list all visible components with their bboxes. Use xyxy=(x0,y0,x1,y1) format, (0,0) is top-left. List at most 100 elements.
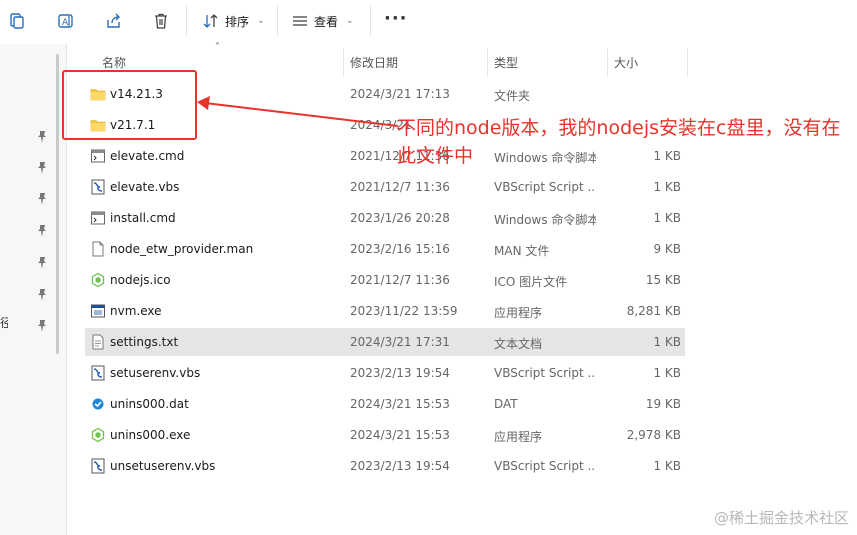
column-name[interactable]: 名称 xyxy=(102,54,126,71)
column-divider[interactable] xyxy=(343,48,344,76)
file-size: 19 KB xyxy=(645,397,681,411)
sort-button[interactable]: 排序 ⌄ xyxy=(203,8,265,34)
toolbar-divider xyxy=(370,6,371,36)
view-button[interactable]: 查看 ⌄ xyxy=(292,8,354,34)
file-row[interactable]: unins000.dat 2024/3/21 15:53 DAT 19 KB xyxy=(85,390,685,418)
file-size: 8,281 KB xyxy=(626,304,681,318)
file-row[interactable]: install.cmd 2023/1/26 20:28 Windows 命令脚本 1 … xyxy=(85,204,685,232)
file-row[interactable]: settings.txt 2024/3/21 17:31 文本文档 1 KB xyxy=(85,328,685,356)
file-type: VBScript Script ... xyxy=(494,459,596,473)
file-size: 1 KB xyxy=(653,211,681,225)
command-bar: A 排序 ⌄ 查看 ⌄ ··· xyxy=(0,0,857,44)
file-date: 2023/2/16 15:16 xyxy=(350,242,450,256)
column-divider[interactable] xyxy=(487,48,488,76)
file-size: 1 KB xyxy=(653,335,681,349)
file-row[interactable]: node_etw_provider.man 2023/2/16 15:16 MAN … xyxy=(85,235,685,263)
toolbar-divider xyxy=(186,6,187,36)
pin-icon[interactable] xyxy=(36,255,48,269)
file-row[interactable]: elevate.vbs 2021/12/7 11:36 VBScript Scrip… xyxy=(85,173,685,201)
pin-icon[interactable] xyxy=(36,129,48,143)
file-type: DAT xyxy=(494,397,518,411)
file-row[interactable]: nvm.exe 2023/11/22 13:59 应用程序 8,281 KB xyxy=(85,297,685,325)
more-options-button[interactable]: ··· xyxy=(384,8,408,29)
chevron-down-icon: ⌄ xyxy=(257,16,265,26)
view-label: 查看 xyxy=(314,14,339,29)
file-date: 2023/2/13 19:54 xyxy=(350,366,450,380)
pin-icon[interactable] xyxy=(36,287,48,301)
file-date: 2024/3/21 17:31 xyxy=(350,335,450,349)
file-date: 2024/3/21 15:53 xyxy=(350,397,450,411)
file-type: 文件夹 xyxy=(494,89,531,103)
file-size: 1 KB xyxy=(653,459,681,473)
file-row[interactable]: setuserenv.vbs 2023/2/13 19:54 VBScript Sc… xyxy=(85,359,685,387)
file-name: v21.7.1 xyxy=(110,118,156,132)
view-list-icon xyxy=(293,16,307,26)
file-date: 2023/11/22 13:59 xyxy=(350,304,458,318)
folder-icon xyxy=(90,86,106,102)
file-date: 2024/3/21 15:53 xyxy=(350,428,450,442)
file-name: unins000.exe xyxy=(110,428,191,442)
vbs-file-icon xyxy=(90,458,106,474)
share-icon[interactable] xyxy=(101,8,127,34)
pin-icon[interactable] xyxy=(36,318,48,332)
vbs-file-icon xyxy=(90,179,106,195)
file-name: elevate.vbs xyxy=(110,180,180,194)
svg-text:A: A xyxy=(62,18,69,28)
file-size: 1 KB xyxy=(653,366,681,380)
column-type[interactable]: 类型 xyxy=(494,54,518,71)
watermark: @稀土掘金技术社区 xyxy=(713,509,849,527)
pin-icon[interactable] xyxy=(36,160,48,174)
column-divider[interactable] xyxy=(687,48,688,76)
file-row[interactable]: unsetuserenv.vbs 2023/2/13 19:54 VBScript … xyxy=(85,452,685,480)
file-type: VBScript Script ... xyxy=(494,366,596,380)
file-row[interactable]: unins000.exe 2024/3/21 15:53 应用程序 2,978 KB xyxy=(85,421,685,449)
exe-icon xyxy=(90,303,106,319)
file-name: settings.txt xyxy=(110,335,179,349)
pin-icon[interactable] xyxy=(36,223,48,237)
folder-icon xyxy=(90,117,106,133)
file-type: 文本文档 xyxy=(494,337,543,351)
vbs-file-icon xyxy=(90,365,106,381)
file-size: 2,978 KB xyxy=(626,428,681,442)
file-name: node_etw_provider.man xyxy=(110,242,254,256)
dat-file-icon xyxy=(90,396,106,412)
sort-icon xyxy=(203,14,218,28)
file-row[interactable]: v14.21.3 2024/3/21 17:13 文件夹 xyxy=(85,80,685,108)
file-type: 应用程序 xyxy=(494,306,543,320)
toolbar-divider xyxy=(277,6,278,36)
file-date: 2021/12/7 11:36 xyxy=(350,273,450,287)
column-header: ˄ 名称 修改日期 类型 大小 xyxy=(67,42,857,78)
rename-icon[interactable]: A xyxy=(53,8,79,34)
copy-path-icon[interactable] xyxy=(4,8,30,34)
nav-item-label[interactable]: 径 xyxy=(0,314,8,331)
annotation-note: 不同的node版本，我的nodejs安装在c盘里，没有在此文件中 xyxy=(397,117,841,167)
cmd-file-icon xyxy=(90,210,106,226)
file-name: nvm.exe xyxy=(110,304,162,318)
chevron-down-icon: ⌄ xyxy=(346,16,354,26)
text-file-icon xyxy=(90,334,106,350)
delete-icon[interactable] xyxy=(148,8,174,34)
file-name: elevate.cmd xyxy=(110,149,185,163)
file-size: 9 KB xyxy=(653,242,681,256)
pin-icon[interactable] xyxy=(36,191,48,205)
nodejs-icon xyxy=(90,272,106,288)
file-name: nodejs.ico xyxy=(110,273,171,287)
column-divider[interactable] xyxy=(607,48,608,76)
file-type: ICO 图片文件 xyxy=(494,275,568,289)
file-date: 2024/3/21 17:13 xyxy=(350,87,450,101)
sort-ascending-icon: ˄ xyxy=(215,42,220,53)
column-size[interactable]: 大小 xyxy=(614,54,638,71)
file-type: VBScript Script ... xyxy=(494,180,596,194)
column-date[interactable]: 修改日期 xyxy=(350,54,398,71)
file-row[interactable]: nodejs.ico 2021/12/7 11:36 ICO 图片文件 15 KB xyxy=(85,266,685,294)
file-type: 应用程序 xyxy=(494,430,543,444)
cmd-file-icon xyxy=(90,148,106,164)
file-name: unsetuserenv.vbs xyxy=(110,459,216,473)
file-name: unins000.dat xyxy=(110,397,189,411)
file-date: 2021/12/7 11:36 xyxy=(350,180,450,194)
file-name: setuserenv.vbs xyxy=(110,366,201,380)
nav-scrollbar[interactable] xyxy=(56,54,59,354)
file-type: MAN 文件 xyxy=(494,244,550,258)
generic-file-icon xyxy=(90,241,106,257)
nodejs-icon xyxy=(90,427,106,443)
